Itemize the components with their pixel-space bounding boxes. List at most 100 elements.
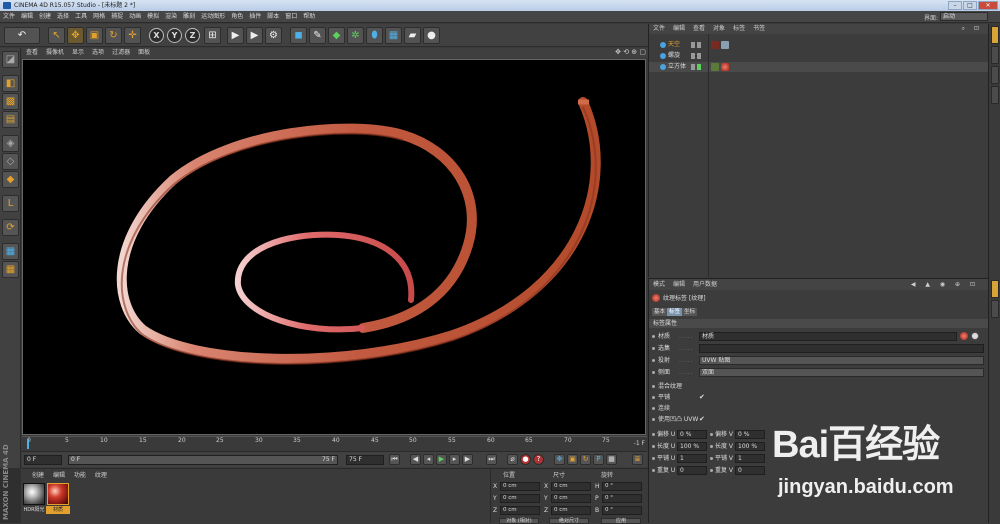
menu-plugins[interactable]: 插件	[246, 11, 264, 23]
tab-layers[interactable]	[991, 86, 999, 104]
texture-tag-icon[interactable]	[721, 41, 729, 49]
viewport-menu-options[interactable]: 选项	[88, 48, 108, 58]
menu-character[interactable]: 角色	[228, 11, 246, 23]
tab-structure[interactable]	[991, 66, 999, 84]
live-select-icon[interactable]: ↖	[48, 27, 65, 44]
attrmgr-menu-edit[interactable]: 编辑	[669, 279, 689, 290]
material-tag-icon[interactable]	[721, 63, 729, 71]
coord-size-y-field[interactable]: 0 cm	[551, 494, 591, 503]
menu-mograph[interactable]: 运动图形	[198, 11, 228, 23]
attr-tab-basic[interactable]: 基本	[652, 308, 668, 316]
rotate-icon[interactable]: ↻	[105, 27, 122, 44]
play-icon[interactable]: ▶	[436, 454, 447, 465]
attrmgr-menu-userdata[interactable]: 用户数据	[689, 279, 721, 290]
menu-window[interactable]: 窗口	[282, 11, 300, 23]
material-menu-edit[interactable]: 编辑	[53, 472, 65, 479]
prev-key-icon[interactable]: ◀	[410, 454, 421, 465]
use-uvw-bump-checkbox[interactable]: ✔	[699, 415, 707, 423]
layout-select[interactable]: 启动	[940, 12, 988, 21]
key-rotation-icon[interactable]: ↻	[580, 454, 591, 465]
menu-file[interactable]: 文件	[0, 11, 18, 23]
menu-help[interactable]: 帮助	[300, 11, 318, 23]
frame-range-slider[interactable]: 0 F 75 F	[68, 455, 338, 465]
camera-icon[interactable]: ▰	[404, 27, 421, 44]
coord-pos-z-field[interactable]: 0 cm	[500, 506, 540, 515]
material-link-field[interactable]: 材质	[699, 332, 957, 341]
key-pla-icon[interactable]: ▦	[606, 454, 617, 465]
objmgr-menu-view[interactable]: 查看	[689, 24, 709, 34]
render-view-icon[interactable]: ▶	[227, 27, 244, 44]
menu-create[interactable]: 创建	[36, 11, 54, 23]
mix-textures-checkbox[interactable]	[699, 382, 707, 390]
attrmgr-menu-mode[interactable]: 模式	[649, 279, 669, 290]
array-icon[interactable]: ✲	[347, 27, 364, 44]
coord-size-z-field[interactable]: 0 cm	[551, 506, 591, 515]
world-coord-icon[interactable]: ⊞	[204, 27, 221, 44]
viewport-menu-filter[interactable]: 过滤器	[108, 48, 134, 58]
tab-objects[interactable]	[991, 26, 999, 44]
repeat-v-field[interactable]: 0	[735, 466, 765, 475]
objmgr-menu-file[interactable]: 文件	[649, 24, 669, 34]
key-scale-icon[interactable]: ▣	[567, 454, 578, 465]
tiles-u-field[interactable]: 1	[677, 454, 707, 463]
subdivision-icon[interactable]: ◆	[328, 27, 345, 44]
key-param-icon[interactable]: P	[593, 454, 604, 465]
cube-icon[interactable]: ◼	[290, 27, 307, 44]
objmgr-menu-objects[interactable]: 对象	[709, 24, 729, 34]
tile-checkbox[interactable]: ✔	[699, 393, 707, 401]
objmgr-options-icon[interactable]: ⊡	[970, 24, 983, 34]
object-manager-divider[interactable]	[708, 34, 709, 277]
offset-v-field[interactable]: 0 %	[735, 430, 765, 439]
y-axis-icon[interactable]: Y	[167, 28, 182, 43]
coord-apply-button[interactable]: 应用	[601, 518, 641, 524]
minimize-button[interactable]: –	[948, 1, 962, 10]
add-icon[interactable]: ✛	[124, 27, 141, 44]
playhead[interactable]	[27, 439, 29, 449]
menu-select[interactable]: 选择	[54, 11, 72, 23]
compositing-tag-icon[interactable]	[711, 41, 719, 49]
timeline-ruler[interactable]: 0 5 10 15 20 25 30 35 40 45 50 55 60 65 …	[22, 436, 647, 451]
workplane-icon[interactable]: ▤	[2, 111, 19, 128]
coord-mode-select[interactable]: 对象 (相对)	[499, 518, 539, 524]
viewport-menu-panel[interactable]: 面板	[134, 48, 154, 58]
coord-pos-y-field[interactable]: 0 cm	[500, 494, 540, 503]
floor-icon[interactable]: ▦	[385, 27, 402, 44]
menu-sculpt[interactable]: 雕刻	[180, 11, 198, 23]
visibility-flags[interactable]	[691, 52, 707, 60]
seamless-checkbox[interactable]	[699, 404, 707, 412]
menu-animate[interactable]: 动画	[126, 11, 144, 23]
x-axis-icon[interactable]: X	[149, 28, 164, 43]
prev-frame-icon[interactable]: ◂	[423, 454, 434, 465]
pen-icon[interactable]: ✎	[309, 27, 326, 44]
axis-mode-icon[interactable]: L	[2, 195, 19, 212]
viewport-nav-icons[interactable]: ✥ ⟲ ⊕ ▢	[615, 48, 646, 56]
projection-select[interactable]: UVW 贴图	[699, 356, 984, 365]
render-settings-icon[interactable]: ⚙	[265, 27, 282, 44]
scale-icon[interactable]: ▣	[86, 27, 103, 44]
texture-mode-icon[interactable]: ▩	[2, 93, 19, 110]
light-icon[interactable]: ●	[423, 27, 440, 44]
object-row-cube[interactable]: 立方体	[649, 62, 989, 72]
tiles-v-field[interactable]: 1	[735, 454, 765, 463]
link-picker-icon[interactable]	[971, 332, 979, 340]
viewport[interactable]	[22, 59, 646, 435]
object-row-helix[interactable]: 螺旋	[649, 51, 989, 61]
offset-u-field[interactable]: 0 %	[677, 430, 707, 439]
lock-workplane-icon[interactable]: ▦	[2, 261, 19, 278]
menu-tools[interactable]: 工具	[72, 11, 90, 23]
visibility-flags[interactable]	[691, 41, 707, 49]
keyframe-selection-icon[interactable]: ⌀	[507, 454, 518, 465]
deformer-icon[interactable]: ⬮	[366, 27, 383, 44]
object-row-sky[interactable]: 天空	[649, 40, 989, 50]
tab-content-browser[interactable]	[991, 46, 999, 64]
tweak-icon[interactable]: ⟳	[2, 219, 19, 236]
close-button[interactable]: ✕	[978, 1, 998, 10]
timeline-window-icon[interactable]: ≣	[632, 454, 643, 465]
next-key-icon[interactable]: ▶	[462, 454, 473, 465]
key-position-icon[interactable]: ✥	[554, 454, 565, 465]
viewport-menu-camera[interactable]: 摄像机	[42, 48, 68, 58]
coord-pos-x-field[interactable]: 0 cm	[500, 482, 540, 491]
attrmgr-nav-icons[interactable]: ◀ ▲ ◉ ⊕ ⊡	[907, 279, 983, 290]
start-frame-field[interactable]: 0 F	[24, 455, 62, 465]
end-frame-field[interactable]: 75 F	[346, 455, 384, 465]
